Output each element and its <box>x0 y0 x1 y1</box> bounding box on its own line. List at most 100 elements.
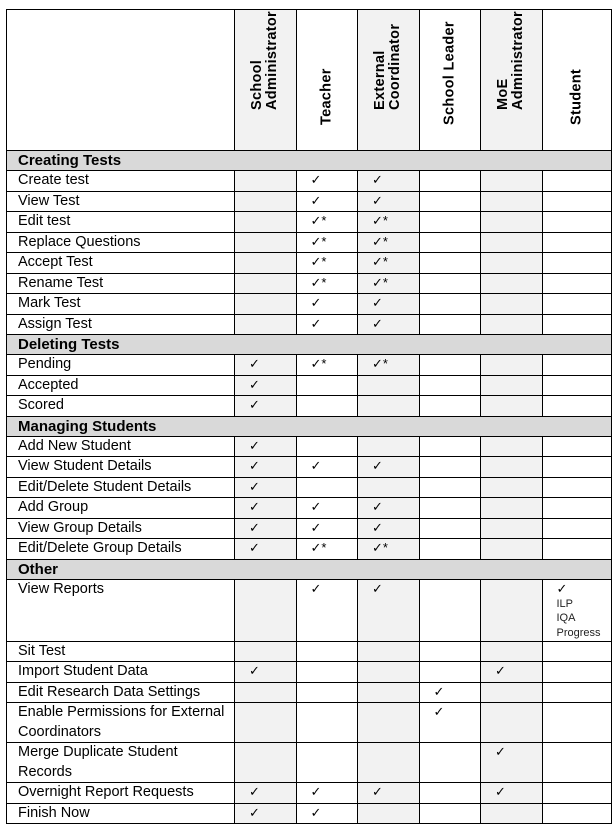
role-header-line: School <box>249 59 266 110</box>
permission-cell-teacher: ✓ <box>295 497 358 519</box>
permission-cell-school-admin <box>234 231 297 253</box>
permission-cell-moe-admin <box>480 702 543 743</box>
permission-row: Rename Test ✓* ✓* <box>6 272 612 294</box>
permission-row: Mark Test ✓ ✓ <box>6 293 612 315</box>
permission-cell-teacher <box>295 374 358 396</box>
permission-cell-teacher <box>295 435 358 457</box>
check-star-icon: ✓* <box>310 233 327 249</box>
check-icon: ✓ <box>310 804 322 820</box>
check-icon: ✓ <box>310 192 322 208</box>
check-icon: ✓ <box>249 804 260 820</box>
report-type-note: Progress <box>556 626 601 639</box>
permission-label: Finish Now <box>6 802 235 824</box>
check-icon: ✓ <box>372 499 383 514</box>
permission-label: View Test <box>6 190 235 212</box>
check-icon: ✓ <box>310 172 322 187</box>
check-icon: ✓ <box>249 663 260 678</box>
permission-cell-student <box>541 374 612 396</box>
section-title: Creating Tests <box>6 150 612 171</box>
permission-cell-school-leader <box>418 272 481 294</box>
permission-label: Rename Test <box>6 272 235 294</box>
permission-cell-student <box>541 702 612 743</box>
permission-cell-school-admin <box>234 272 297 294</box>
check-icon: ✓ <box>372 784 383 799</box>
permission-row: Overnight Report Requests ✓ ✓ ✓ ✓ <box>6 782 612 804</box>
permission-cell-external-coordinator: ✓* <box>357 354 420 376</box>
permission-label: Assign Test <box>6 313 235 335</box>
permission-cell-student <box>541 456 612 478</box>
permission-cell-moe-admin <box>480 354 543 376</box>
permission-label: View Student Details <box>6 456 235 478</box>
permission-cell-moe-admin <box>480 190 543 212</box>
permission-label: Sit Test <box>6 640 235 662</box>
check-star-icon: ✓* <box>372 233 388 249</box>
permission-cell-moe-admin <box>480 640 543 662</box>
permission-cell-school-admin: ✓ <box>234 456 297 478</box>
check-icon: ✓ <box>495 784 506 799</box>
permission-cell-teacher <box>295 661 358 683</box>
permission-cell-student <box>541 681 612 703</box>
check-icon: ✓ <box>310 519 322 535</box>
permission-cell-student <box>541 782 612 804</box>
permission-label: Accepted <box>6 374 235 396</box>
check-icon: ✓ <box>310 295 322 310</box>
section-title: Other <box>6 558 612 580</box>
permission-cell-teacher <box>295 476 358 498</box>
permission-cell-teacher: ✓ <box>295 456 358 478</box>
role-header-row: School Administrator Teacher External Coor… <box>6 9 612 151</box>
role-header-line: Coordinator <box>387 23 404 110</box>
role-header-external-coordinator: External Coordinator <box>357 9 420 151</box>
permission-label: View Group Details <box>6 517 235 539</box>
permission-cell-teacher <box>295 702 358 743</box>
permission-cell-external-coordinator: ✓ <box>357 170 420 192</box>
permission-cell-school-admin: ✓ <box>234 517 297 539</box>
permission-cell-school-leader <box>418 354 481 376</box>
permission-cell-school-admin: ✓ <box>234 661 297 683</box>
permission-row: Edit/Delete Student Details ✓ <box>6 476 612 498</box>
permission-cell-school-leader <box>418 661 481 683</box>
permissions-table: School Administrator Teacher External Coor… <box>6 9 612 824</box>
permission-cell-student <box>541 272 612 294</box>
permission-cell-teacher: ✓ <box>295 578 358 642</box>
permission-cell-teacher <box>295 742 358 783</box>
permission-cell-teacher: ✓ <box>295 517 358 539</box>
check-icon: ✓ <box>433 683 445 699</box>
permission-cell-moe-admin <box>480 395 543 417</box>
permission-cell-teacher: ✓ <box>295 313 358 335</box>
role-header-line: Student <box>568 68 584 125</box>
permission-cell-student <box>541 517 612 539</box>
permission-cell-student <box>541 435 612 457</box>
permission-row: Assign Test ✓ ✓ <box>6 313 612 335</box>
permission-cell-school-leader <box>418 293 481 315</box>
permission-cell-moe-admin <box>480 456 543 478</box>
permission-cell-student <box>541 661 612 683</box>
check-star-icon: ✓* <box>310 356 327 371</box>
permission-cell-school-admin <box>234 252 297 274</box>
permission-cell-external-coordinator <box>357 435 420 457</box>
permission-cell-school-leader <box>418 252 481 274</box>
permission-cell-school-admin <box>234 190 297 212</box>
check-star-icon: ✓* <box>372 254 388 269</box>
check-icon: ✓ <box>310 580 322 596</box>
permission-cell-school-leader <box>418 802 481 824</box>
permission-cell-school-admin: ✓ <box>234 435 297 457</box>
permission-row: Accepted ✓ <box>6 374 612 396</box>
permission-cell-school-admin <box>234 742 297 783</box>
permission-cell-school-admin: ✓ <box>234 395 297 417</box>
section-row: Deleting Tests <box>6 334 612 355</box>
permission-cell-moe-admin: ✓ <box>480 782 543 804</box>
permission-cell-school-leader <box>418 538 481 560</box>
permission-cell-external-coordinator <box>357 374 420 396</box>
permission-cell-school-admin: ✓ <box>234 476 297 498</box>
permission-label: Scored <box>6 395 235 417</box>
check-star-icon: ✓* <box>372 540 388 555</box>
permission-cell-school-leader <box>418 395 481 417</box>
permission-cell-school-leader <box>418 742 481 783</box>
permission-cell-student <box>541 231 612 253</box>
check-icon: ✓ <box>556 580 568 596</box>
permission-cell-school-admin <box>234 640 297 662</box>
permission-cell-school-leader <box>418 190 481 212</box>
role-header-line: Administrator <box>264 11 281 110</box>
permission-cell-external-coordinator <box>357 742 420 783</box>
section-title: Managing Students <box>6 415 612 437</box>
